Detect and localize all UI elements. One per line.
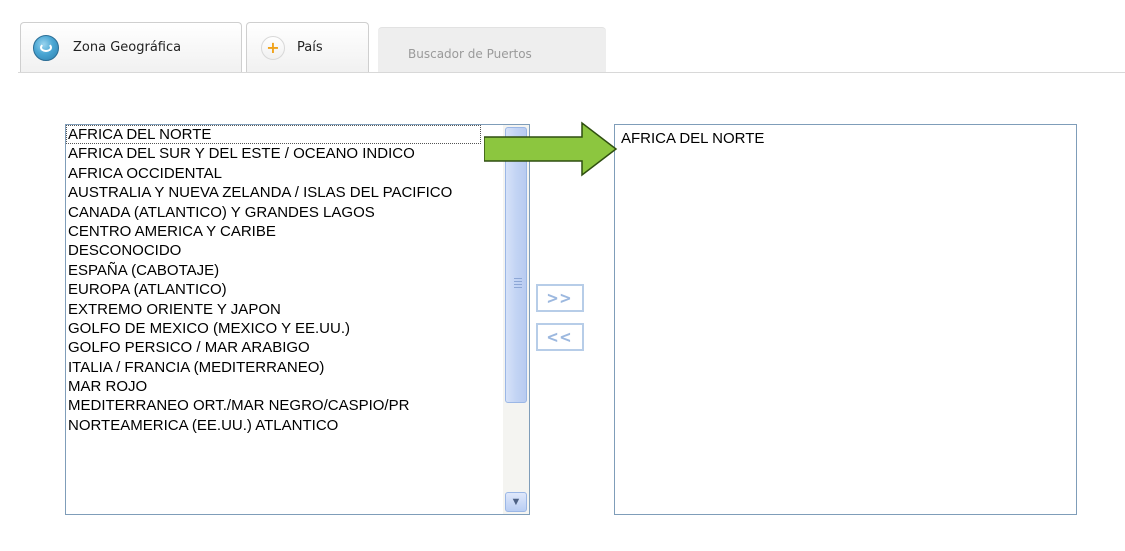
list-item[interactable]: MAR ROJO [66, 377, 481, 396]
tab-strip-line [18, 72, 1125, 73]
tab-label: Zona Geográfica [73, 40, 182, 55]
list-item[interactable]: AFRICA DEL SUR Y DEL ESTE / OCEANO INDIC… [66, 144, 481, 163]
list-item[interactable]: AFRICA OCCIDENTAL [66, 164, 481, 183]
scrollbar-grip-icon [514, 278, 522, 290]
selected-zones-list[interactable]: AFRICA DEL NORTE [614, 124, 1077, 515]
tab-pais[interactable]: + País [246, 22, 369, 72]
list-item[interactable]: CANADA (ATLANTICO) Y GRANDES LAGOS [66, 203, 481, 222]
selected-zones-items: AFRICA DEL NORTE [619, 129, 764, 148]
list-item[interactable]: CENTRO AMERICA Y CARIBE [66, 222, 481, 241]
list-item[interactable]: MEDITERRANEO ORT./MAR NEGRO/CASPIO/PR [66, 396, 481, 415]
list-item[interactable]: AUSTRALIA Y NUEVA ZELANDA / ISLAS DEL PA… [66, 183, 481, 202]
list-item[interactable]: ESPAÑA (CABOTAJE) [66, 261, 481, 280]
list-item[interactable]: ITALIA / FRANCIA (MEDITERRANEO) [66, 358, 481, 377]
list-scrollbar[interactable]: ▼ [503, 125, 529, 514]
remove-selected-button[interactable]: << [536, 323, 584, 351]
list-item[interactable]: AFRICA DEL NORTE [66, 125, 481, 145]
tab-buscador-de-puertos[interactable]: Buscador de Puertos [378, 27, 606, 72]
tab-label: País [297, 40, 323, 55]
list-item[interactable]: AFRICA DEL NORTE [619, 129, 764, 148]
list-item[interactable]: GOLFO DE MEXICO (MEXICO Y EE.UU.) [66, 319, 481, 338]
globe-icon [33, 34, 59, 61]
available-zones-list[interactable]: AFRICA DEL NORTE AFRICA DEL SUR Y DEL EST… [65, 124, 530, 515]
tab-label: Buscador de Puertos [408, 47, 532, 61]
green-right-arrow-icon [484, 121, 618, 177]
list-item[interactable]: EUROPA (ATLANTICO) [66, 280, 481, 299]
scroll-down-button[interactable]: ▼ [505, 492, 527, 512]
list-item[interactable]: NORTEAMERICA (EE.UU.) ATLANTICO [66, 416, 481, 435]
list-item[interactable]: DESCONOCIDO [66, 241, 481, 260]
list-item[interactable]: EXTREMO ORIENTE Y JAPON [66, 300, 481, 319]
plus-icon: + [261, 35, 285, 60]
list-item[interactable]: GOLFO PERSICO / MAR ARABIGO [66, 338, 481, 357]
tab-zona-geografica[interactable]: Zona Geográfica [20, 22, 242, 72]
available-zones-items: AFRICA DEL NORTE AFRICA DEL SUR Y DEL EST… [66, 125, 481, 435]
add-selected-button[interactable]: >> [536, 284, 584, 312]
